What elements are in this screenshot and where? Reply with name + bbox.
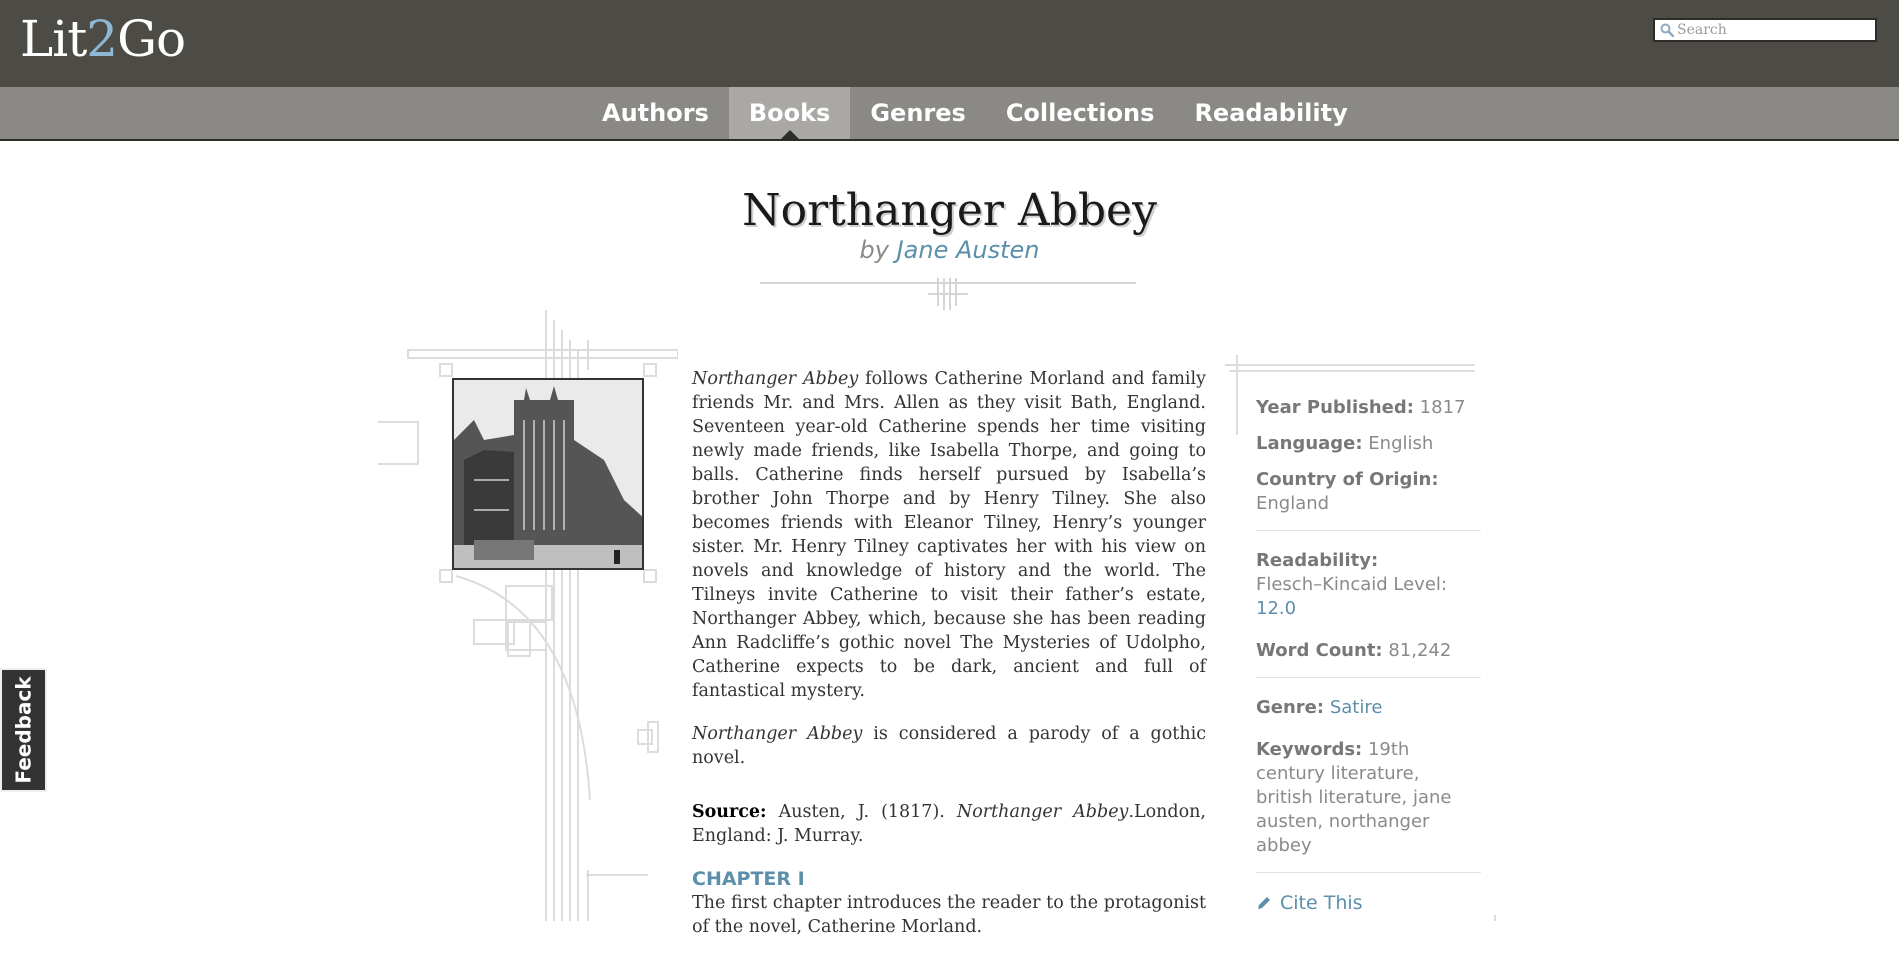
book-title: Northanger Abbey bbox=[742, 185, 1157, 236]
book-cover-image bbox=[452, 378, 644, 570]
chapter-summary: The first chapter introduces the reader … bbox=[692, 893, 1206, 937]
origin-label: Country of Origin: bbox=[1256, 469, 1439, 490]
genre-link[interactable]: Satire bbox=[1330, 697, 1383, 718]
wordcount-label: Word Count: bbox=[1256, 640, 1383, 661]
nav-item-readability[interactable]: Readability bbox=[1174, 87, 1367, 139]
nav-item-books[interactable]: Books bbox=[728, 87, 851, 139]
logo-text-accent: 2 bbox=[86, 10, 118, 68]
readability-label: Readability: bbox=[1256, 550, 1379, 571]
country-of-origin: Country of Origin: England bbox=[1256, 468, 1481, 516]
main-nav: Authors Books Genres Collections Readabi… bbox=[0, 87, 1899, 141]
parody-paragraph: Northanger Abbey is considered a parody … bbox=[692, 722, 1206, 770]
search-input[interactable] bbox=[1677, 21, 1873, 39]
language-value: English bbox=[1362, 433, 1434, 454]
origin-value: England bbox=[1256, 493, 1330, 514]
cite-label: Cite This bbox=[1280, 892, 1363, 914]
site-header: Lit2Go bbox=[0, 0, 1899, 87]
year-label: Year Published: bbox=[1256, 397, 1414, 418]
nav-item-authors[interactable]: Authors bbox=[582, 87, 729, 139]
readability-text: Flesch–Kincaid Level: bbox=[1256, 574, 1447, 595]
abbey-engraving-illustration bbox=[454, 380, 642, 568]
readability-level-link[interactable]: 12.0 bbox=[1256, 598, 1296, 619]
word-count: Word Count: 81,242 bbox=[1256, 639, 1481, 663]
keywords: Keywords: 19th century literature, briti… bbox=[1256, 738, 1481, 858]
pencil-icon bbox=[1258, 897, 1270, 909]
source-pre: Austen, J. (1817). bbox=[766, 802, 957, 822]
site-logo[interactable]: Lit2Go bbox=[20, 10, 186, 68]
summary-book-title: Northanger Abbey bbox=[692, 369, 859, 389]
year-value: 1817 bbox=[1413, 397, 1466, 418]
cite-this-button[interactable]: Cite This bbox=[1256, 891, 1481, 915]
nav-items: Authors Books Genres Collections Readabi… bbox=[582, 87, 1368, 139]
year-published: Year Published: 1817 bbox=[1256, 396, 1481, 420]
summary-paragraph: Northanger Abbey follows Catherine Morla… bbox=[692, 367, 1206, 703]
title-divider-ornament bbox=[760, 278, 1136, 310]
parody-book-title: Northanger Abbey bbox=[692, 724, 863, 744]
book-description: Northanger Abbey follows Catherine Morla… bbox=[692, 367, 1206, 958]
genre: Genre: Satire bbox=[1256, 696, 1481, 720]
source-title: Northanger Abbey bbox=[956, 802, 1129, 822]
genre-label: Genre: bbox=[1256, 697, 1325, 718]
nav-item-genres[interactable]: Genres bbox=[850, 87, 985, 139]
logo-text-right: Go bbox=[117, 10, 186, 68]
summary-text: follows Catherine Morland and family fri… bbox=[692, 369, 1206, 701]
sidebar-divider bbox=[1256, 530, 1481, 531]
wordcount-value: 81,242 bbox=[1382, 640, 1452, 661]
byline: by Jane Austen bbox=[0, 236, 1899, 264]
byline-by: by bbox=[859, 236, 889, 264]
chapter-heading[interactable]: CHAPTER I bbox=[692, 867, 1206, 891]
language: Language: English bbox=[1256, 432, 1481, 456]
sidebar-divider bbox=[1256, 872, 1481, 873]
search-icon bbox=[1660, 23, 1674, 37]
book-metadata-sidebar: Year Published: 1817 Language: English C… bbox=[1256, 396, 1481, 915]
source-label: Source: bbox=[692, 802, 767, 822]
sidebar-divider bbox=[1256, 677, 1481, 678]
feedback-tab[interactable]: Feedback bbox=[0, 668, 47, 792]
author-link[interactable]: Jane Austen bbox=[897, 236, 1040, 264]
readability: Readability: Flesch–Kincaid Level: 12.0 bbox=[1256, 549, 1481, 621]
feedback-label: Feedback bbox=[11, 676, 36, 784]
logo-text-left: Lit bbox=[20, 10, 87, 68]
source-paragraph: Source: Austen, J. (1817). Northanger Ab… bbox=[692, 800, 1206, 848]
language-label: Language: bbox=[1256, 433, 1363, 454]
nav-item-collections[interactable]: Collections bbox=[986, 87, 1175, 139]
search-box[interactable] bbox=[1653, 18, 1877, 42]
keywords-label: Keywords: bbox=[1256, 739, 1363, 760]
